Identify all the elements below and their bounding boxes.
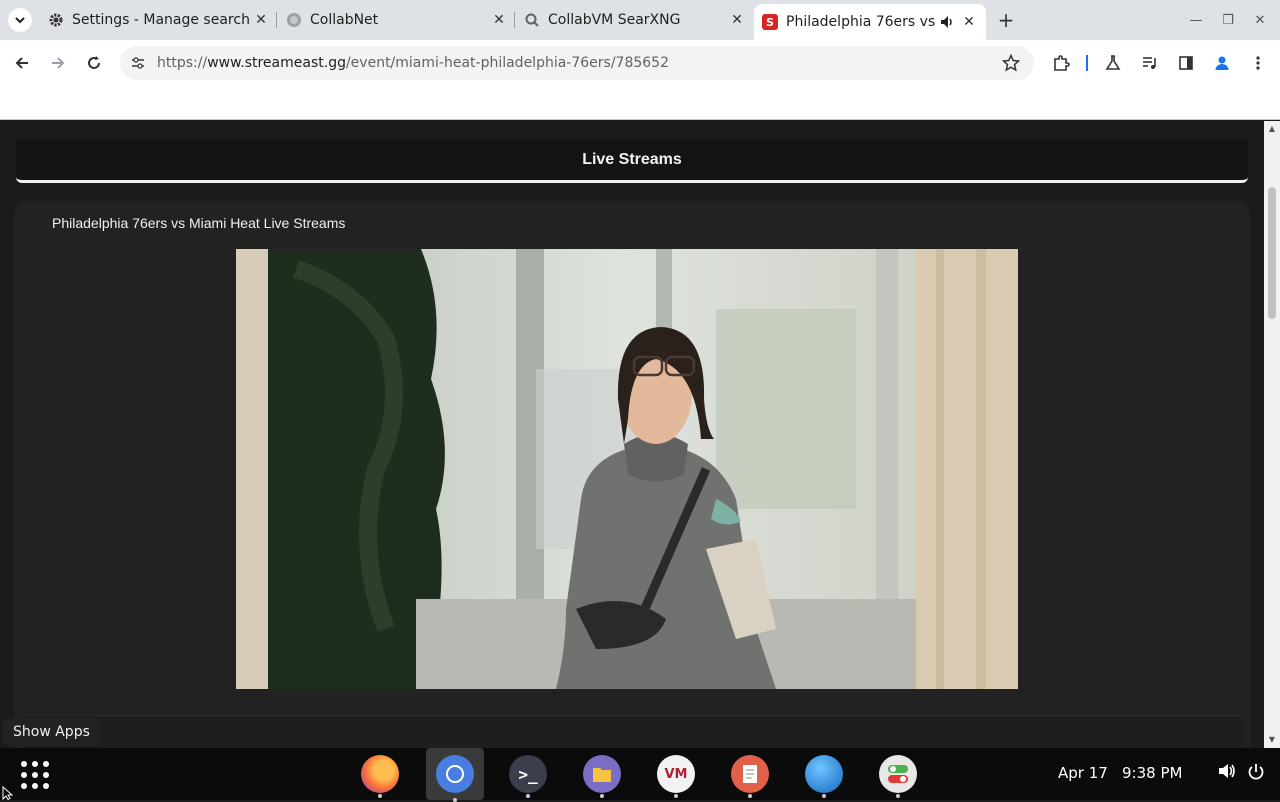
url-path: /event/miami-heat-philadelphia-76ers/785… xyxy=(345,55,669,71)
media-control-button[interactable] xyxy=(1138,51,1162,75)
tab-title: CollabNet xyxy=(310,12,379,28)
url-text: https://www.streameast.gg/event/miami-he… xyxy=(157,55,669,71)
tab-title: Philadelphia 76ers vs Miami Heat xyxy=(786,14,938,30)
chrome-icon xyxy=(436,755,474,793)
dock-text-editor[interactable] xyxy=(728,752,772,798)
tab-search-button[interactable] xyxy=(8,8,32,32)
streameast-icon: S xyxy=(762,14,778,30)
clock-date[interactable]: Apr 17 xyxy=(1058,764,1108,782)
tab-philadelphia-76ers[interactable]: S Philadelphia 76ers vs Miami Heat ✕ xyxy=(754,4,986,40)
vm-icon: VM xyxy=(657,755,695,793)
tab-title: Settings - Manage search engines xyxy=(72,12,252,28)
chevron-down-icon xyxy=(15,17,25,24)
running-indicator xyxy=(822,794,826,798)
video-player[interactable] xyxy=(236,249,1018,689)
searxng-icon xyxy=(524,12,540,28)
kebab-menu-icon xyxy=(1256,56,1260,70)
power-icon[interactable] xyxy=(1247,763,1265,785)
tab-collabvm-searxng[interactable]: CollabVM SearXNG ✕ xyxy=(524,6,746,34)
flask-icon xyxy=(1105,55,1121,70)
gear-icon xyxy=(48,12,64,28)
video-frame-image xyxy=(236,249,1018,689)
stream-card: Philadelphia 76ers vs Miami Heat Live St… xyxy=(14,201,1250,748)
close-icon[interactable]: ✕ xyxy=(960,13,978,31)
window-close-button[interactable]: ✕ xyxy=(1250,10,1270,30)
clock-time[interactable]: 9:38 PM xyxy=(1122,764,1182,782)
tab-separator xyxy=(276,12,277,28)
tab-separator xyxy=(514,12,515,28)
close-icon[interactable]: ✕ xyxy=(490,11,508,29)
taskbar: >_ VM Apr 17 9:38 PM xyxy=(0,748,1280,802)
arrow-right-icon xyxy=(52,57,65,69)
menu-button[interactable] xyxy=(1246,51,1270,75)
toolbar-divider xyxy=(1086,55,1088,71)
volume-icon[interactable] xyxy=(1218,763,1236,783)
close-icon[interactable]: ✕ xyxy=(728,11,746,29)
dock-files[interactable] xyxy=(580,752,624,798)
url-scheme: https:// xyxy=(157,55,208,71)
close-icon[interactable]: ✕ xyxy=(252,11,270,29)
site-info-icon[interactable] xyxy=(130,55,146,75)
running-indicator xyxy=(896,794,900,798)
star-icon[interactable] xyxy=(1001,53,1021,76)
puzzle-icon xyxy=(1054,55,1070,71)
settings-toggle-icon xyxy=(879,755,917,793)
labs-button[interactable] xyxy=(1101,51,1125,75)
restore-button[interactable]: ❐ xyxy=(1218,10,1238,30)
tab-settings[interactable]: Settings - Manage search engines ✕ xyxy=(48,6,270,34)
terminal-icon: >_ xyxy=(509,755,547,793)
running-indicator xyxy=(600,794,604,798)
dock-chrome[interactable] xyxy=(426,748,484,802)
globe-icon xyxy=(286,12,302,28)
reload-button[interactable] xyxy=(82,51,106,75)
tab-collabnet[interactable]: CollabNet ✕ xyxy=(286,6,508,34)
stream-list-row xyxy=(24,715,1244,748)
web-page: Live Streams Philadelphia 76ers vs Miami… xyxy=(0,121,1264,748)
url-host: www.streameast.gg xyxy=(207,55,346,71)
extensions-button[interactable] xyxy=(1049,51,1073,75)
minimize-button[interactable]: — xyxy=(1186,10,1206,30)
scrollbar-thumb[interactable] xyxy=(1268,187,1276,319)
show-apps-button[interactable] xyxy=(18,758,50,790)
live-streams-header: Live Streams xyxy=(16,139,1248,183)
running-indicator xyxy=(674,794,678,798)
side-panel-button[interactable] xyxy=(1174,51,1198,75)
speaker-icon[interactable] xyxy=(938,13,956,31)
tab-strip: Settings - Manage search engines ✕ Colla… xyxy=(0,0,1280,40)
arrow-left-icon xyxy=(15,57,28,69)
address-bar[interactable]: https://www.streameast.gg/event/miami-he… xyxy=(120,46,1034,80)
show-apps-tooltip: Show Apps xyxy=(2,718,101,746)
firefox-icon xyxy=(361,755,399,793)
mouse-cursor-icon xyxy=(2,786,14,800)
scroll-up-arrow-icon[interactable]: ▲ xyxy=(1267,124,1277,134)
running-indicator xyxy=(453,798,457,802)
back-button[interactable] xyxy=(10,51,34,75)
reload-icon xyxy=(88,56,100,69)
forward-button[interactable] xyxy=(46,51,70,75)
browser-toolbar: https://www.streameast.gg/event/miami-he… xyxy=(0,40,1280,86)
new-tab-button[interactable]: + xyxy=(994,8,1018,32)
bookmark-bar xyxy=(0,86,1280,120)
dock-firefox[interactable] xyxy=(358,752,402,798)
side-panel-icon xyxy=(1179,56,1193,70)
tab-title: CollabVM SearXNG xyxy=(548,12,681,28)
scroll-down-arrow-icon[interactable]: ▼ xyxy=(1267,735,1277,745)
avatar-icon xyxy=(1215,56,1229,70)
dock-settings-toggle[interactable] xyxy=(876,752,920,798)
event-title: Philadelphia 76ers vs Miami Heat Live St… xyxy=(52,215,346,231)
files-icon xyxy=(583,755,621,793)
page-scrollbar[interactable]: ▲ ▼ xyxy=(1264,121,1280,748)
text-editor-icon xyxy=(731,755,769,793)
dock-vm[interactable]: VM xyxy=(654,752,698,798)
music-queue-icon xyxy=(1143,57,1156,69)
section-title: Live Streams xyxy=(582,150,682,168)
profile-button[interactable] xyxy=(1210,51,1234,75)
dock-web-browser[interactable] xyxy=(802,752,846,798)
running-indicator xyxy=(378,794,382,798)
web-browser-icon xyxy=(805,755,843,793)
running-indicator xyxy=(526,794,530,798)
dock-terminal[interactable]: >_ xyxy=(506,752,550,798)
running-indicator xyxy=(748,794,752,798)
